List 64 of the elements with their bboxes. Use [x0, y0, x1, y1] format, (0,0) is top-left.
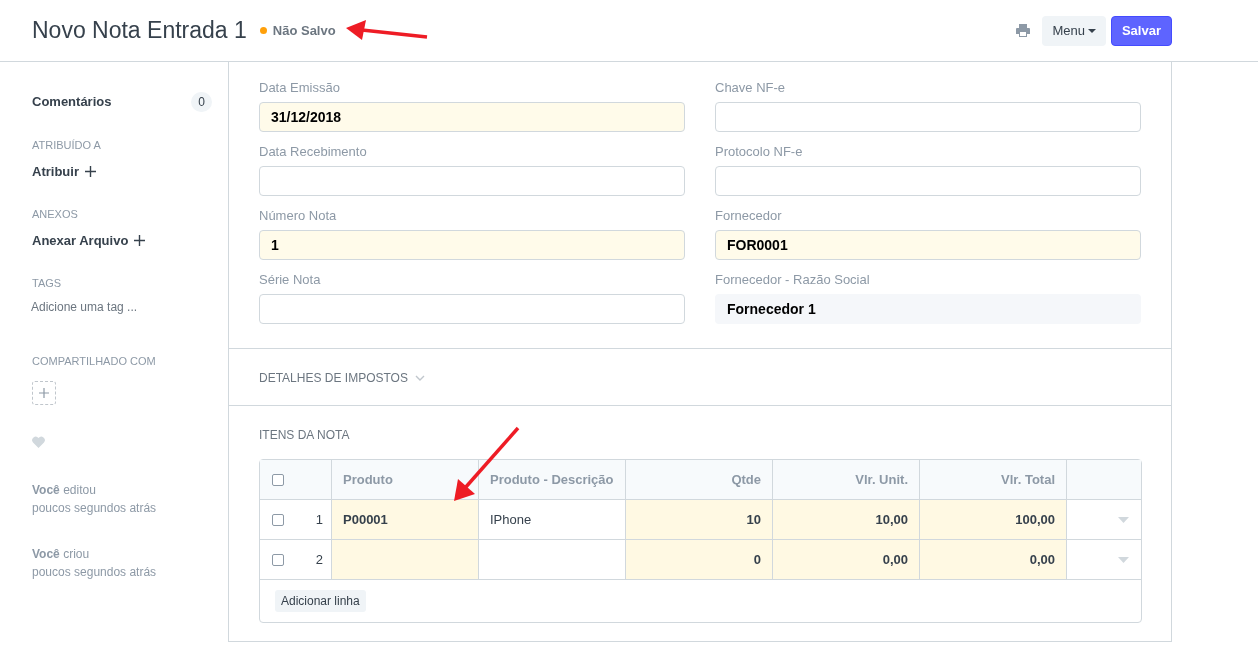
- input-field: Fornecedor 1: [715, 294, 1141, 324]
- chevron-down-icon[interactable]: [414, 375, 425, 381]
- heart-icon[interactable]: [32, 436, 45, 448]
- input-field[interactable]: FOR0001: [715, 230, 1141, 260]
- field-label: Chave NF-e: [715, 79, 786, 97]
- save-button[interactable]: Salvar: [1110, 15, 1172, 46]
- input-field[interactable]: 31/12/2018: [259, 102, 685, 132]
- section-heading: COMPARTILHADO COM: [32, 353, 156, 369]
- table-cell[interactable]: [332, 540, 479, 579]
- row-number: 1: [315, 510, 323, 529]
- column-header: Vlr. Total: [1001, 470, 1055, 489]
- plus-icon: [134, 234, 146, 246]
- input-field[interactable]: [259, 166, 685, 196]
- column-header: Vlr. Unit.: [855, 470, 908, 489]
- caret-icon: [1087, 28, 1096, 33]
- field-label: Protocolo NF-e: [715, 143, 803, 161]
- dropdown-caret-icon[interactable]: [1118, 556, 1129, 563]
- field-label: Data Recebimento: [259, 143, 367, 161]
- comments-label[interactable]: Comentários: [32, 92, 112, 112]
- table-cell[interactable]: 0,00: [920, 540, 1067, 579]
- page-title: Novo Nota Entrada 1: [32, 16, 247, 46]
- row-number: 2: [315, 550, 323, 569]
- add-link[interactable]: Atribuir: [32, 161, 96, 181]
- activity-text: Você editou: [32, 482, 96, 499]
- column-header: Qtde: [731, 470, 761, 489]
- section-title[interactable]: DETALHES DE IMPOSTOS: [259, 369, 408, 387]
- activity-text: Você criou: [32, 546, 90, 563]
- row-checkbox[interactable]: [272, 553, 284, 566]
- plus-icon: [84, 165, 96, 177]
- table-cell[interactable]: 100,00: [920, 500, 1067, 539]
- add-row-button[interactable]: Adicionar linha: [275, 590, 366, 612]
- row-checkbox[interactable]: [272, 513, 284, 526]
- field-label: Número Nota: [259, 207, 337, 225]
- section-title: ITENS DA NOTA: [259, 427, 350, 444]
- table-cell[interactable]: P00001: [332, 500, 479, 539]
- input-field[interactable]: [715, 102, 1141, 132]
- table-cell[interactable]: 0: [626, 540, 773, 579]
- table-cell[interactable]: 10: [626, 500, 773, 539]
- column-header: Produto: [343, 470, 393, 489]
- print-icon[interactable]: [1016, 24, 1031, 37]
- status-label: Não Salvo: [272, 21, 336, 40]
- field-label: Fornecedor - Razão Social: [715, 271, 870, 289]
- add-link[interactable]: Anexar Arquivo: [32, 230, 146, 250]
- section-heading: TAGS: [32, 276, 62, 291]
- column-header: Produto - Descrição: [490, 470, 614, 489]
- field-label: Data Emissão: [259, 79, 340, 97]
- activity-time: poucos segundos atrás: [32, 500, 157, 517]
- section-heading: ANEXOS: [32, 207, 78, 222]
- table-cell[interactable]: 0,00: [773, 540, 920, 579]
- field-label: Fornecedor: [715, 207, 782, 225]
- dropdown-caret-icon[interactable]: [1118, 516, 1129, 523]
- menu-button[interactable]: Menu: [1042, 15, 1106, 46]
- select-all-checkbox[interactable]: [272, 473, 284, 486]
- section-heading: ATRIBUÍDO A: [32, 138, 101, 153]
- comments-count: 0: [191, 92, 212, 112]
- input-field[interactable]: 1: [259, 230, 685, 260]
- share-add-button[interactable]: [32, 381, 56, 405]
- field-label: Série Nota: [259, 271, 321, 289]
- activity-time: poucos segundos atrás: [32, 564, 157, 581]
- plus-icon: [39, 388, 49, 398]
- input-field[interactable]: [715, 166, 1141, 196]
- input-field[interactable]: [259, 294, 685, 324]
- table-cell[interactable]: 10,00: [773, 500, 920, 539]
- tag-input[interactable]: Adicione uma tag ...: [31, 297, 138, 316]
